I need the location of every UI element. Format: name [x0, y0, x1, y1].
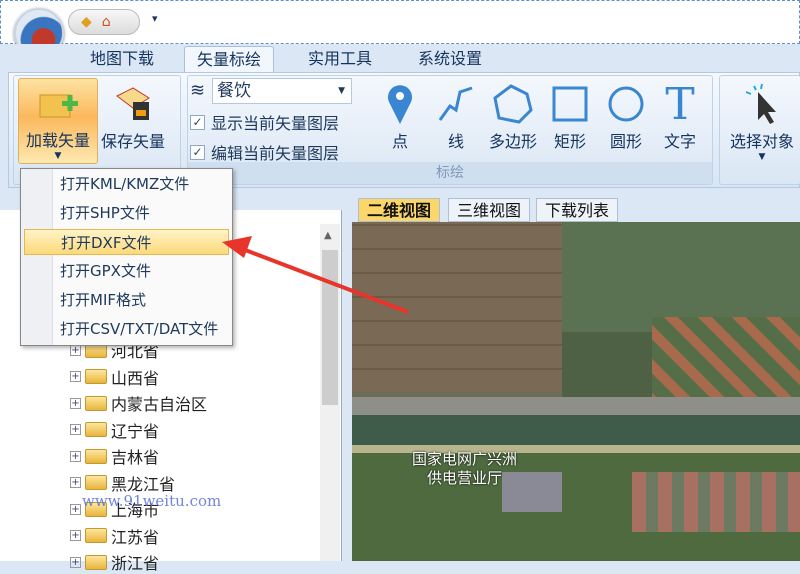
- expand-icon[interactable]: +: [70, 424, 81, 435]
- tab-3d-view[interactable]: 三维视图: [448, 198, 531, 222]
- menu-item-shp[interactable]: 打开SHP文件: [24, 200, 229, 226]
- map-poi-label[interactable]: 国家电网广兴洲 供电营业厅: [412, 450, 517, 488]
- scrollbar-thumb[interactable]: [322, 250, 338, 405]
- tab-map-download[interactable]: 地图下载: [78, 46, 166, 72]
- expand-icon[interactable]: +: [70, 371, 81, 382]
- folder-icon: [85, 554, 107, 570]
- tag-icon[interactable]: ◆: [81, 14, 92, 30]
- show-layer-checkbox[interactable]: ✓ 显示当前矢量图层: [190, 110, 339, 134]
- quick-access-toolbar: ◆ ⌂: [68, 9, 140, 35]
- expand-icon[interactable]: +: [70, 477, 81, 488]
- load-vector-menu: 打开KML/KMZ文件 打开SHP文件 打开DXF文件 打开GPX文件 打开MI…: [20, 168, 233, 346]
- menu-item-mif[interactable]: 打开MIF格式: [24, 287, 229, 313]
- text-tool-button[interactable]: T 文字: [658, 78, 702, 152]
- tab-settings[interactable]: 系统设置: [406, 46, 494, 72]
- expand-icon[interactable]: +: [70, 503, 81, 515]
- expand-icon[interactable]: +: [70, 450, 81, 462]
- menu-item-csv[interactable]: 打开CSV/TXT/DAT文件: [24, 316, 229, 342]
- folder-icon: [85, 369, 107, 384]
- folder-icon: [85, 395, 107, 411]
- menu-item-dxf[interactable]: 打开DXF文件: [24, 229, 229, 255]
- tree-node[interactable]: + 浙江省: [70, 550, 159, 574]
- expand-icon[interactable]: +: [70, 397, 81, 409]
- folder-icon: [85, 422, 107, 437]
- tab-2d-view[interactable]: 二维视图: [358, 198, 441, 222]
- cursor-select-icon: [724, 80, 800, 128]
- checkbox-checked-icon: ✓: [190, 114, 205, 130]
- folder-icon: [85, 448, 107, 464]
- line-tool-button[interactable]: 线: [434, 80, 478, 152]
- customize-qat-button[interactable]: ▾: [152, 12, 158, 25]
- select-object-button[interactable]: 选择对象 ▼: [724, 80, 800, 162]
- menu-item-gpx[interactable]: 打开GPX文件: [24, 258, 229, 284]
- satellite-map[interactable]: 国家电网广兴洲 供电营业厅: [352, 222, 800, 561]
- polygon-icon: [484, 80, 542, 128]
- tree-node[interactable]: + 黑龙江省: [70, 471, 175, 495]
- watermark: www.91weitu.com: [82, 492, 222, 510]
- tree-node[interactable]: + 江苏省: [70, 524, 159, 548]
- layer-select[interactable]: 餐饮 ▼: [212, 78, 352, 104]
- rectangle-tool-button[interactable]: 矩形: [548, 80, 592, 152]
- expand-icon[interactable]: +: [70, 556, 81, 568]
- polyline-icon: [434, 80, 478, 128]
- chevron-down-icon: ▼: [338, 86, 345, 96]
- tab-tools[interactable]: 实用工具: [296, 46, 384, 72]
- rectangle-icon: [548, 80, 592, 128]
- folder-add-icon: [19, 79, 97, 127]
- point-tool-button[interactable]: 点: [378, 80, 422, 152]
- folder-icon: [85, 528, 107, 543]
- expand-icon[interactable]: +: [70, 530, 81, 541]
- save-vector-button[interactable]: 保存矢量: [96, 80, 170, 152]
- ribbon-tabs: 地图下载 矢量标绘 实用工具 系统设置: [0, 44, 800, 72]
- menu-item-kml[interactable]: 打开KML/KMZ文件: [24, 171, 229, 197]
- tab-vector-plot[interactable]: 矢量标绘: [184, 46, 275, 72]
- draw-group-label: 标绘: [188, 162, 712, 184]
- folder-icon: [85, 475, 107, 490]
- edit-layer-checkbox[interactable]: ✓ 编辑当前矢量图层: [190, 140, 339, 164]
- circle-tool-button[interactable]: 圆形: [604, 80, 648, 152]
- expand-icon[interactable]: +: [70, 344, 81, 356]
- home-icon[interactable]: ⌂: [102, 14, 111, 30]
- tree-node[interactable]: + 内蒙古自治区: [70, 391, 207, 415]
- load-vector-button[interactable]: 加载矢量 ▼: [18, 78, 98, 164]
- polygon-tool-button[interactable]: 多边形: [484, 80, 542, 152]
- scroll-up-icon[interactable]: ▲: [324, 230, 332, 241]
- layers-icon: ≋: [190, 80, 206, 101]
- view-tabs: 二维视图 三维视图 下载列表: [350, 196, 800, 222]
- tab-download-list[interactable]: 下载列表: [536, 198, 619, 222]
- circle-icon: [604, 80, 648, 128]
- text-icon: T: [665, 78, 695, 130]
- tree-node[interactable]: + 吉林省: [70, 444, 159, 468]
- checkbox-checked-icon: ✓: [190, 144, 205, 160]
- save-vector-icon: [96, 80, 170, 128]
- tree-node[interactable]: + 山西省: [70, 365, 159, 389]
- map-pin-icon: [378, 80, 422, 128]
- tree-node[interactable]: + 辽宁省: [70, 418, 159, 442]
